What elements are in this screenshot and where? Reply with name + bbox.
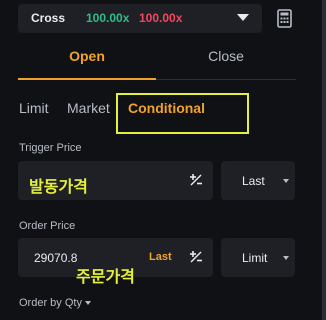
order-price-type-select[interactable]: Limit — [221, 238, 295, 277]
order-price-label: Order Price — [19, 220, 76, 232]
plus-minus-icon[interactable] — [189, 173, 203, 187]
chevron-down-icon — [283, 179, 289, 183]
leverage-selector[interactable]: Cross 100.00x 100.00x — [18, 4, 262, 33]
trigger-price-annotation: 발동가격 — [29, 177, 88, 196]
tab-divider — [156, 79, 296, 80]
plus-minus-icon[interactable] — [189, 250, 203, 264]
trigger-price-label: Trigger Price — [19, 142, 82, 154]
order-price-type-value: Limit — [242, 251, 268, 265]
trigger-price-type-select[interactable]: Last — [221, 161, 295, 200]
trigger-price-type-value: Last — [242, 174, 265, 188]
calculator-button[interactable] — [271, 4, 299, 33]
margin-mode-label: Cross — [31, 11, 66, 25]
long-leverage-value: 100.00x — [86, 11, 130, 25]
order-by-qty-dropdown[interactable]: Order by Qty — [19, 297, 91, 309]
tab-open[interactable]: Open — [18, 48, 156, 78]
short-leverage-value: 100.00x — [139, 11, 183, 25]
order-type-limit[interactable]: Limit — [19, 100, 49, 116]
order-price-last-button[interactable]: Last — [149, 251, 172, 263]
active-tab-indicator — [18, 78, 156, 80]
order-price-value: 29070.8 — [34, 251, 78, 265]
calculator-icon — [271, 4, 299, 33]
tab-close[interactable]: Close — [156, 48, 296, 78]
chevron-down-icon — [237, 14, 249, 21]
panel-edge — [322, 0, 326, 320]
order-price-annotation: 주문가격 — [76, 267, 135, 286]
conditional-highlight-annotation — [116, 93, 249, 134]
order-by-label: Order by Qty — [19, 297, 82, 309]
order-type-market[interactable]: Market — [67, 100, 110, 116]
chevron-down-icon — [283, 256, 289, 260]
chevron-down-icon — [84, 301, 91, 306]
order-panel: Cross 100.00x 100.00x Open Close Limit M… — [0, 0, 326, 320]
